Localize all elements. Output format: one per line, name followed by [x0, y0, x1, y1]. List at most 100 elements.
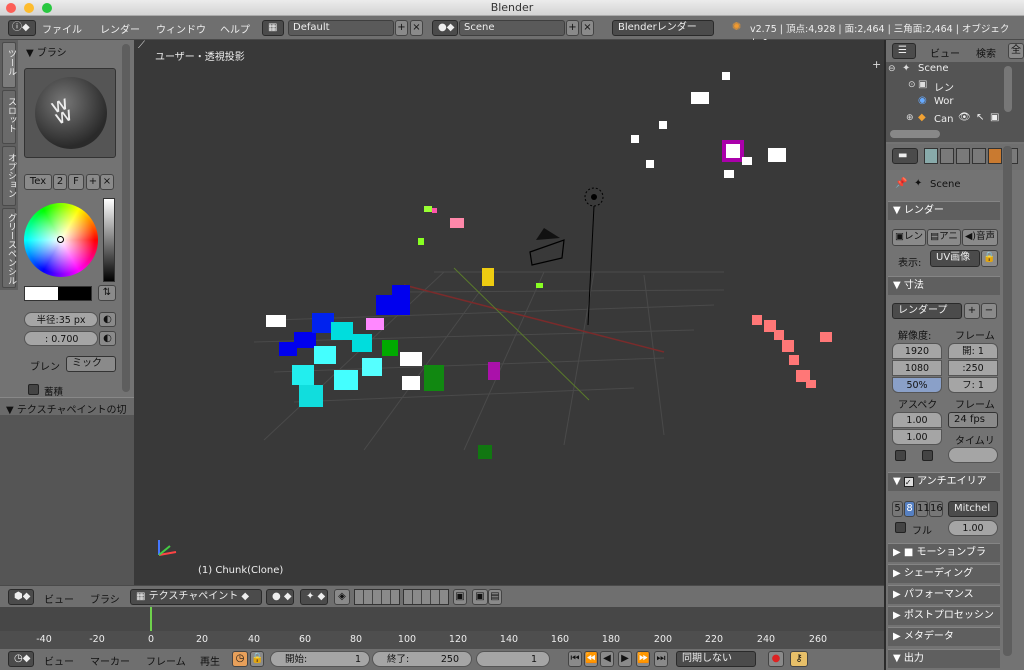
- performance-section[interactable]: ▶ パフォーマンス: [888, 585, 1000, 604]
- add-layout-button[interactable]: +: [395, 20, 408, 36]
- dimensions-section-header[interactable]: ▼ 寸法: [888, 276, 1000, 295]
- animation-button[interactable]: ▤アニ: [927, 229, 961, 246]
- resolution-percent-field[interactable]: 50%: [892, 377, 942, 393]
- value-slider[interactable]: [103, 198, 115, 282]
- shading-select[interactable]: ● ◆: [266, 589, 294, 605]
- outliner-item-scene[interactable]: Scene: [918, 63, 949, 74]
- motion-blur-section[interactable]: ▶ ■ モーションブラ: [888, 543, 1000, 562]
- visibility-eye-icon[interactable]: 👁: [958, 112, 971, 123]
- add-preset-button[interactable]: +: [964, 303, 980, 319]
- preview-range-icon[interactable]: ◷: [232, 651, 248, 667]
- swap-colors-icon[interactable]: ⇅: [98, 285, 116, 301]
- play-reverse-icon[interactable]: ◀: [600, 651, 614, 667]
- brush-preview[interactable]: ʬ: [24, 68, 116, 158]
- properties-scrollbar[interactable]: [1003, 146, 1012, 656]
- select-cursor-icon[interactable]: ↖: [976, 112, 984, 123]
- full-sample-checkbox[interactable]: [895, 522, 906, 533]
- current-frame-field[interactable]: 1: [476, 651, 550, 667]
- output-section[interactable]: ▼ 出力: [888, 649, 1000, 668]
- tab-slots[interactable]: スロット: [2, 90, 16, 144]
- menu-window[interactable]: ウィンドウ: [156, 21, 206, 36]
- frame-menu[interactable]: フレーム: [146, 653, 186, 668]
- aa-samples-8[interactable]: 8: [904, 501, 915, 517]
- layers-tab-icon[interactable]: [940, 148, 954, 164]
- lock-interface-icon[interactable]: 🔒: [981, 250, 998, 267]
- frame-step-field[interactable]: フ: 1: [948, 377, 998, 393]
- strength-pressure-icon[interactable]: ◐: [99, 331, 116, 346]
- time-remap-field[interactable]: [948, 447, 998, 463]
- lamp-object[interactable]: [584, 187, 604, 326]
- outliner-item-world[interactable]: Wor: [934, 96, 954, 107]
- outliner-item-render[interactable]: レン: [934, 79, 954, 94]
- frame-start-field[interactable]: 開: 1: [948, 343, 998, 359]
- timeline-editor-icon[interactable]: ◷◆: [8, 651, 34, 667]
- scene-field[interactable]: Scene: [459, 20, 565, 36]
- color-picker-cursor[interactable]: [57, 236, 64, 243]
- radius-pressure-icon[interactable]: ◐: [99, 312, 116, 327]
- aspect-y-field[interactable]: 1.00: [892, 429, 942, 445]
- render-engine-select[interactable]: Blenderレンダー: [612, 20, 714, 36]
- render-section-header[interactable]: ▼ レンダー: [888, 201, 1000, 220]
- outliner-scrollbar[interactable]: [1004, 66, 1012, 112]
- jump-start-icon[interactable]: ⏮: [568, 651, 582, 667]
- remove-brush-button[interactable]: ×: [100, 174, 114, 190]
- border-checkbox[interactable]: [895, 450, 906, 461]
- fps-select[interactable]: 24 fps: [948, 412, 998, 428]
- outliner-item-camera[interactable]: Can: [934, 114, 953, 125]
- jump-end-icon[interactable]: ⏭: [654, 651, 668, 667]
- render-button[interactable]: ▣レン: [892, 229, 926, 246]
- scene-icon[interactable]: ●◆: [432, 20, 458, 36]
- lock-layer-icon[interactable]: ▣: [453, 589, 467, 605]
- lock-range-icon[interactable]: 🔒: [250, 651, 264, 667]
- timeline-view-menu[interactable]: ビュー: [44, 653, 74, 668]
- frame-end-field[interactable]: :250: [948, 360, 998, 376]
- filter-size-field[interactable]: 1.00: [948, 520, 998, 536]
- editor-type-menu[interactable]: ⓘ◆: [8, 20, 36, 36]
- aa-samples-16[interactable]: 16: [929, 501, 943, 517]
- fake-user-button[interactable]: F: [68, 174, 84, 190]
- keying-set-icon[interactable]: ⚷: [790, 651, 808, 667]
- layout-icon[interactable]: ▦: [262, 20, 284, 36]
- crop-checkbox[interactable]: [922, 450, 933, 461]
- brush-users-count[interactable]: 2: [53, 174, 67, 190]
- pivot-select[interactable]: ✦ ◆: [300, 589, 328, 605]
- aa-filter-select[interactable]: Mitchel: [948, 501, 998, 517]
- brush-texture-button[interactable]: Tex: [24, 174, 52, 190]
- render-preset-select[interactable]: レンダープ: [892, 303, 962, 319]
- accumulate-checkbox[interactable]: [28, 384, 39, 395]
- menu-file[interactable]: ファイル: [42, 21, 82, 36]
- menu-render[interactable]: レンダー: [100, 21, 140, 36]
- 3d-editor-type-icon[interactable]: ⬢◆: [8, 589, 34, 605]
- remove-layout-button[interactable]: ×: [410, 20, 423, 36]
- menu-help[interactable]: ヘルプ: [220, 21, 250, 36]
- record-icon[interactable]: ●: [768, 651, 784, 667]
- next-keyframe-icon[interactable]: ⏩: [636, 651, 650, 667]
- add-brush-button[interactable]: +: [86, 174, 100, 190]
- 3d-view-menu[interactable]: ビュー: [44, 591, 74, 606]
- shading-section[interactable]: ▶ シェーディング: [888, 564, 1000, 583]
- remove-scene-button[interactable]: ×: [581, 20, 594, 36]
- expand-icon[interactable]: ⊕: [906, 113, 914, 123]
- texpaint-section[interactable]: ▼ テクスチャペイントの切: [0, 397, 134, 416]
- antialiasing-section-header[interactable]: ▼ ✓ アンチエイリア: [888, 472, 1000, 491]
- render-tab-icon[interactable]: [924, 148, 938, 164]
- layer-buttons-2[interactable]: [403, 589, 449, 605]
- pin-icon[interactable]: 📌: [895, 178, 907, 189]
- marker-menu[interactable]: マーカー: [90, 653, 130, 668]
- layout-field[interactable]: Default: [288, 20, 394, 36]
- world-tab-icon[interactable]: [972, 148, 986, 164]
- color-wheel[interactable]: [24, 203, 98, 277]
- outliner-hscrollbar[interactable]: [890, 130, 940, 138]
- post-processing-section[interactable]: ▶ ポストプロセッシン: [888, 606, 1000, 625]
- brush-strength-field[interactable]: : 0.700: [24, 331, 98, 346]
- render-camera-icon[interactable]: ▣: [990, 112, 999, 123]
- object-tab-icon[interactable]: [988, 148, 1002, 164]
- aspect-x-field[interactable]: 1.00: [892, 412, 942, 428]
- remove-preset-button[interactable]: −: [981, 303, 997, 319]
- tab-grease-pencil[interactable]: グリースペンシル: [2, 208, 16, 288]
- outliner-editor-icon[interactable]: ☰: [892, 43, 916, 59]
- tool-shelf-scrollbar[interactable]: [122, 44, 130, 392]
- resolution-x-field[interactable]: 1920: [892, 343, 942, 359]
- aa-samples-5[interactable]: 5: [892, 501, 903, 517]
- primary-secondary-color[interactable]: [24, 286, 92, 301]
